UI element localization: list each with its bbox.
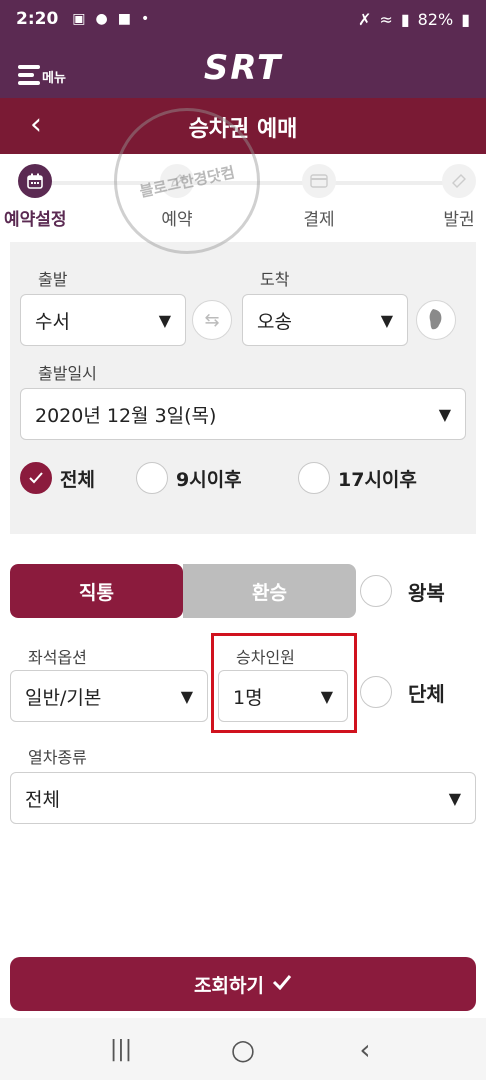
step-reservation-settings: 예약설정: [4, 164, 67, 230]
battery-icon: ▮: [461, 9, 470, 29]
swap-icon[interactable]: ⇆: [192, 300, 232, 340]
radio-circle-icon: [360, 575, 392, 607]
image-icon: ▣: [72, 11, 86, 27]
transfer-tab[interactable]: 환승: [183, 564, 356, 618]
roundtrip-radio[interactable]: 왕복: [360, 575, 445, 607]
dropdown-arrow-icon: ▼: [158, 310, 171, 330]
train-type-value: 전체: [25, 788, 60, 811]
page-title: 승차권 예매: [188, 117, 298, 142]
departure-label: 출발: [38, 270, 68, 289]
mute-icon: ✗: [358, 9, 372, 29]
battery-text: 82%: [417, 9, 454, 29]
seat-option-label: 좌석옵션: [28, 648, 87, 667]
step-label: 예약: [161, 210, 193, 230]
date-label: 출발일시: [38, 364, 97, 383]
recent-apps-button[interactable]: |||: [101, 1029, 141, 1069]
title-bar: ‹ 승차권 예매: [0, 98, 486, 154]
highlight-box: [211, 633, 357, 733]
check-icon: [272, 973, 292, 995]
recent-apps-icon: |||: [109, 1036, 133, 1062]
roundtrip-label: 왕복: [408, 580, 445, 605]
time-radio-label: 17시이후: [338, 468, 417, 491]
step-reservation: 예약: [160, 164, 194, 230]
system-nav-bar: ||| ○ ‹: [0, 1018, 486, 1080]
group-label: 단체: [408, 681, 445, 706]
direct-tab[interactable]: 직통: [10, 564, 183, 618]
srt-logo: SRT: [203, 48, 283, 88]
stepper-line: [40, 181, 456, 185]
radio-circle-icon: [360, 676, 392, 708]
back-icon: ‹: [359, 1032, 371, 1066]
system-back-button[interactable]: ‹: [345, 1029, 385, 1069]
app-bar: 메뉴 SRT: [0, 38, 486, 98]
train-type-label: 열차종류: [28, 748, 87, 767]
departure-select[interactable]: 수서 ▼: [20, 294, 186, 346]
status-bar: 2:20 ▣ ● ■ • ✗ ≈ ▮ 82% ▮: [0, 0, 486, 38]
group-radio[interactable]: 단체: [360, 676, 445, 708]
time-radio-all[interactable]: 전체: [20, 462, 95, 494]
korea-map-icon[interactable]: [416, 300, 456, 340]
signal-icon: ▮: [400, 9, 410, 29]
time-radio-label: 9시이후: [176, 468, 242, 491]
time-radio-label: 전체: [60, 468, 95, 491]
step-payment: 결제: [302, 164, 336, 230]
step-label: 예약설정: [4, 210, 67, 230]
date-value: 2020년 12월 3일(목): [35, 404, 217, 427]
date-select[interactable]: 2020년 12월 3일(목) ▼: [20, 388, 466, 440]
dropdown-arrow-icon: ▼: [438, 404, 451, 424]
card-icon: [302, 164, 336, 198]
home-button[interactable]: ○: [223, 1029, 263, 1069]
dropdown-arrow-icon: ▼: [180, 686, 193, 706]
search-button-label: 조회하기: [194, 974, 264, 997]
seat-option-value: 일반/기본: [25, 686, 102, 709]
status-right: ✗ ≈ ▮ 82% ▮: [358, 10, 470, 29]
sim-icon: ■: [117, 11, 131, 27]
route-date-panel: 출발 도착 수서 ▼ ⇆ 오송 ▼ 출발일시 2020년 12월 3일(목) ▼…: [10, 242, 476, 534]
wifi-icon: ≈: [379, 9, 393, 29]
search-button[interactable]: 조회하기: [10, 957, 476, 1011]
seat-option-select[interactable]: 일반/기본 ▼: [10, 670, 208, 722]
home-icon: ○: [230, 1032, 256, 1066]
status-time: 2:20: [16, 9, 59, 29]
departure-value: 수서: [35, 310, 70, 333]
progress-stepper: 예약설정 예약 결제 발권: [0, 154, 486, 240]
step-ticketing: 발권: [442, 164, 476, 230]
dot-icon: •: [140, 11, 150, 27]
status-icons: ▣ ● ■ •: [72, 11, 149, 27]
arrival-select[interactable]: 오송 ▼: [242, 294, 408, 346]
trip-type-toggle: 직통 환승: [10, 564, 356, 618]
train-type-select[interactable]: 전체 ▼: [10, 772, 476, 824]
time-radio-after-17[interactable]: 17시이후: [298, 462, 417, 494]
dropdown-arrow-icon: ▼: [380, 310, 393, 330]
check-icon: [20, 462, 52, 494]
radio-circle-icon: [298, 462, 330, 494]
arrival-value: 오송: [257, 310, 292, 333]
radio-circle-icon: [136, 462, 168, 494]
arrival-label: 도착: [260, 270, 290, 289]
ticket-icon: [442, 164, 476, 198]
step-label: 결제: [303, 210, 335, 230]
dropdown-arrow-icon: ▼: [448, 788, 461, 808]
calendar-icon: [18, 164, 53, 198]
time-radio-after-9[interactable]: 9시이후: [136, 462, 242, 494]
step-label: 발권: [443, 210, 475, 230]
pencil-icon: [160, 164, 194, 198]
location-icon: ●: [95, 11, 108, 27]
